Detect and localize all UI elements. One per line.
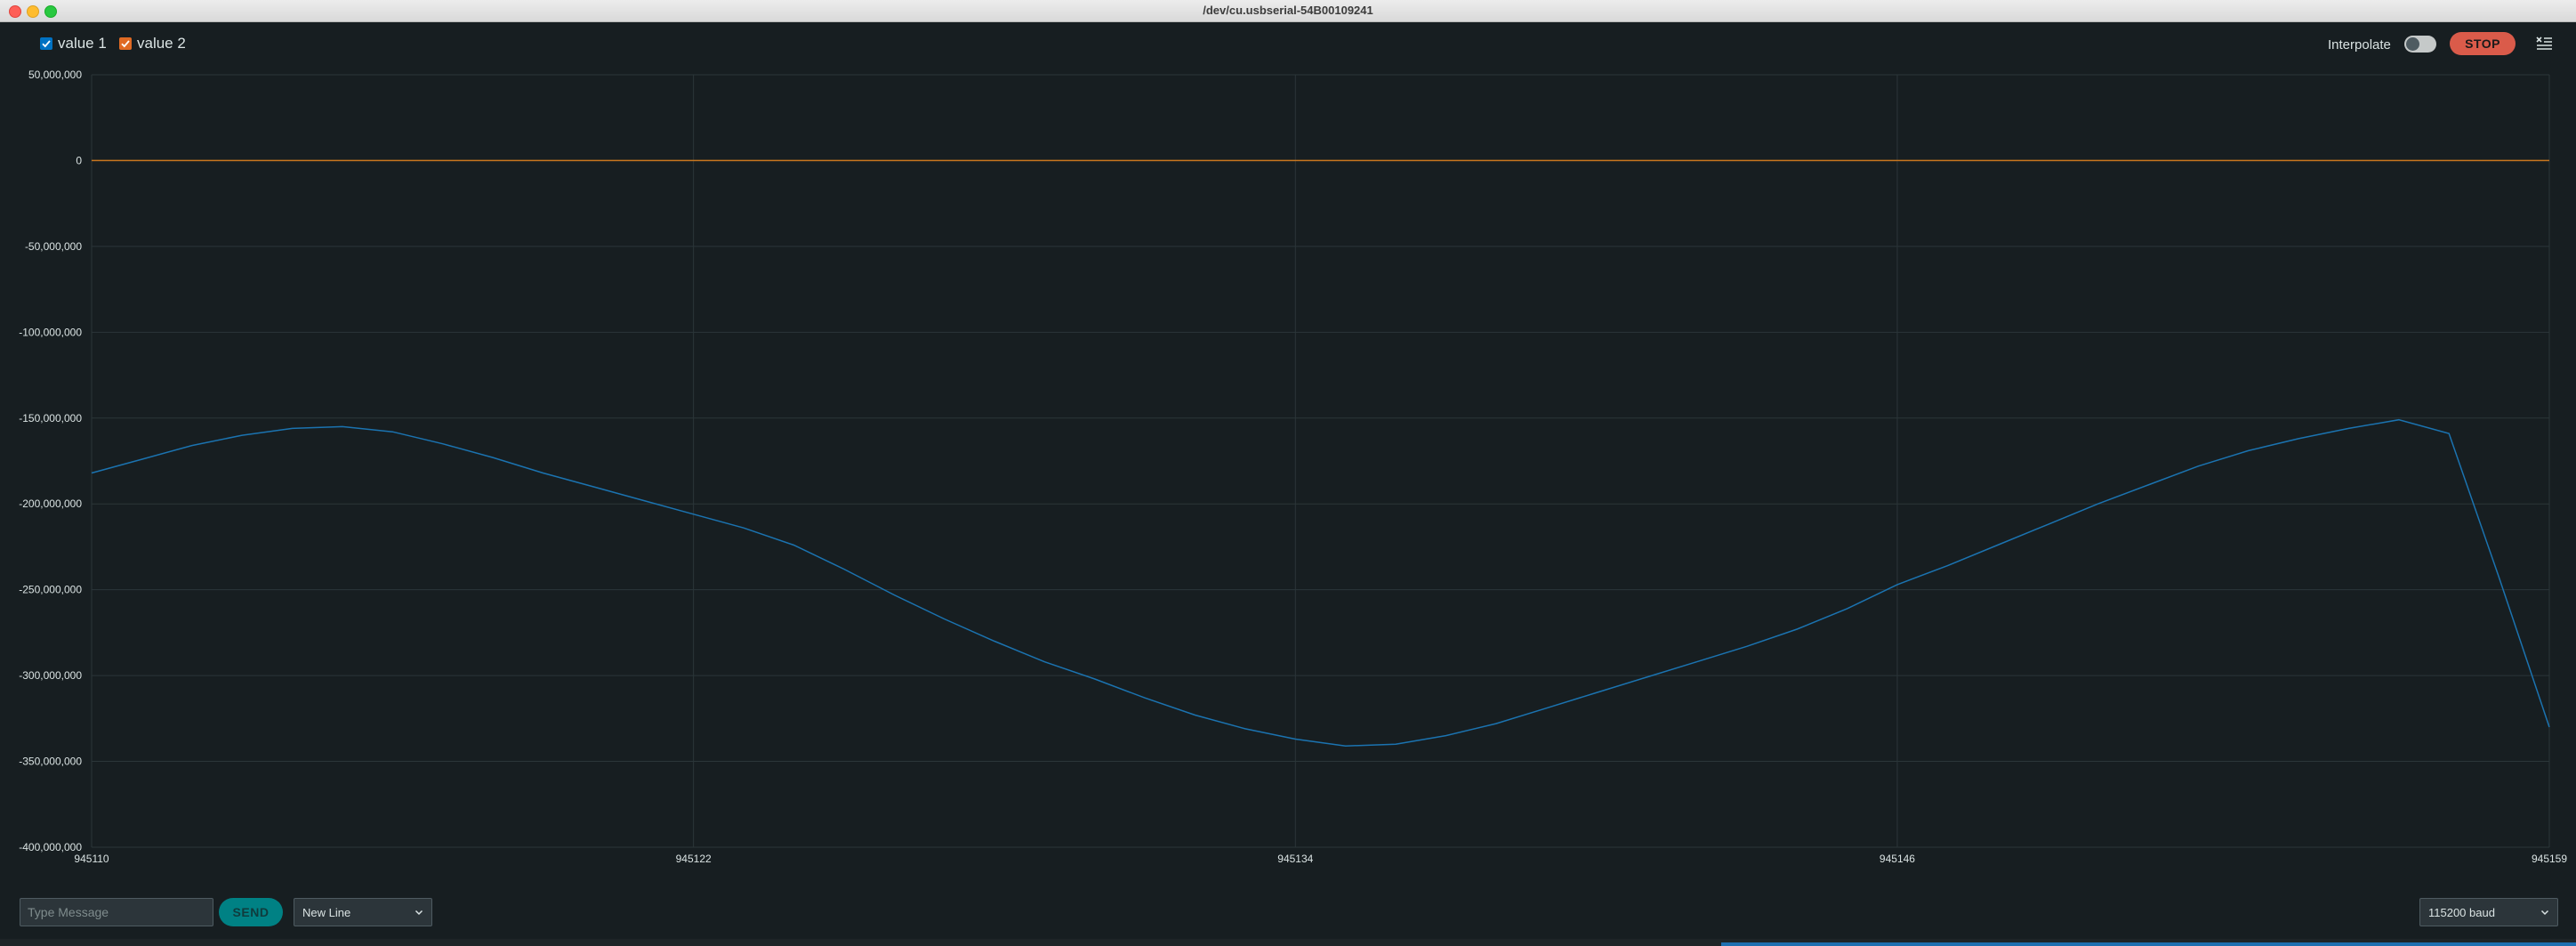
x-tick-label: 945159 xyxy=(2532,853,2567,865)
legend-label-value-1: value 1 xyxy=(58,35,107,52)
y-tick-label: -350,000,000 xyxy=(19,756,82,768)
y-tick-label: 50,000,000 xyxy=(28,69,82,81)
y-tick-label: -400,000,000 xyxy=(19,841,82,853)
line-ending-value: New Line xyxy=(302,905,351,919)
y-tick-label: -50,000,000 xyxy=(25,240,82,253)
serial-plot-chart: 50,000,000 0 -50,000,000 -100,000,000 -150,0… xyxy=(19,69,2567,865)
baud-rate-select[interactable]: 115200 baud xyxy=(2419,898,2558,926)
send-button[interactable]: SEND xyxy=(219,898,283,926)
stop-button[interactable]: STOP xyxy=(2450,32,2516,55)
baud-rate-value: 115200 baud xyxy=(2428,905,2495,919)
line-ending-select[interactable]: New Line xyxy=(294,898,432,926)
interpolate-toggle[interactable] xyxy=(2404,36,2436,53)
clear-output-icon[interactable] xyxy=(2534,34,2554,53)
value-1-checkbox[interactable] xyxy=(40,37,52,50)
y-tick-label: -250,000,000 xyxy=(19,584,82,596)
legend-item-value-2[interactable]: value 2 xyxy=(119,35,186,53)
bottom-accent-bar xyxy=(1721,942,2576,946)
window-title: /dev/cu.usbserial-54B00109241 xyxy=(1203,4,1373,17)
legend-label-value-2: value 2 xyxy=(137,35,186,52)
x-tick-label: 945110 xyxy=(74,853,109,865)
interpolate-label: Interpolate xyxy=(2328,37,2391,53)
y-tick-label: -100,000,000 xyxy=(19,326,82,338)
message-input[interactable] xyxy=(20,898,213,926)
bottom-bar: SEND New Line 115200 baud xyxy=(0,890,2576,934)
value-2-checkbox[interactable] xyxy=(119,37,132,50)
checkmark-icon xyxy=(121,40,130,48)
y-tick-label: -150,000,000 xyxy=(19,412,82,424)
value-1-series-line xyxy=(91,418,2550,747)
bottom-strip xyxy=(0,939,2576,946)
y-tick-label: 0 xyxy=(76,154,82,166)
x-tick-label: 945146 xyxy=(1880,853,1915,865)
chevron-down-icon xyxy=(2540,910,2549,916)
plotter-toolbar: value 1 value 2 Interpolate STOP xyxy=(0,21,2576,68)
x-tick-label: 945122 xyxy=(676,853,712,865)
title-bar: /dev/cu.usbserial-54B00109241 xyxy=(0,0,2576,22)
checkmark-icon xyxy=(42,40,51,48)
x-tick-label: 945134 xyxy=(1277,853,1313,865)
y-tick-label: -300,000,000 xyxy=(19,669,82,682)
chevron-down-icon xyxy=(415,910,423,916)
legend-item-value-1[interactable]: value 1 xyxy=(40,35,107,53)
y-tick-label: -200,000,000 xyxy=(19,497,82,510)
toggle-knob xyxy=(2406,37,2419,51)
